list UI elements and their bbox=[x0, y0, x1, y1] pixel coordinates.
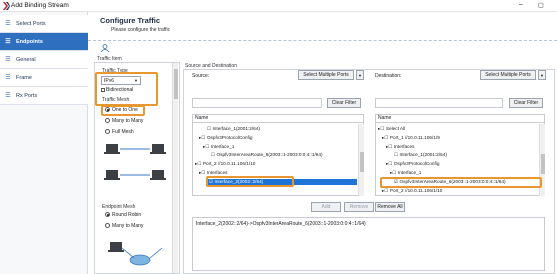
main-panel: Configure Traffic Please configure the t… bbox=[88, 12, 557, 274]
radio-icon bbox=[105, 129, 110, 134]
mesh-option-full-mesh[interactable]: Full Mesh bbox=[105, 129, 134, 135]
sidebar-item-label: Frame bbox=[16, 74, 32, 81]
sidebar-item-select-ports[interactable]: ☰ Select Ports bbox=[0, 15, 88, 33]
source-tree-item[interactable]: ☐ Ospfv3InterAreaRoute_6(2003::1-2003:0:… bbox=[211, 152, 323, 158]
sidebar-item-label: Endpoints bbox=[16, 38, 43, 45]
destination-clear-filter-button[interactable]: Clear Filter bbox=[509, 98, 543, 108]
app-logo-icon bbox=[3, 2, 10, 10]
endpoint-option-label: Round Robin bbox=[112, 212, 142, 218]
destination-tree-item[interactable]: ▸☐ Port_1 //10.0.11.106/1/9 bbox=[382, 135, 440, 141]
sidebar-item-label: Rx Ports bbox=[16, 92, 38, 99]
radio-icon bbox=[105, 118, 110, 123]
window-title: Add Binding Stream bbox=[11, 2, 69, 9]
title-bar: Add Binding Stream – ◻ bbox=[0, 0, 557, 12]
list-icon: ☰ bbox=[5, 93, 11, 99]
button-label: Add bbox=[321, 204, 331, 210]
mesh-option-label: Many to Many bbox=[112, 118, 144, 124]
sidebar-item-endpoints[interactable]: ☰ Endpoints bbox=[0, 33, 88, 51]
source-name-header: Name bbox=[193, 115, 363, 123]
minimize-button[interactable]: – bbox=[519, 1, 523, 8]
traffic-mesh-diagram-icon bbox=[104, 144, 166, 180]
page-header: Configure Traffic Please configure the t… bbox=[88, 12, 557, 41]
source-tree-item[interactable]: ▸☐ Interface_1 bbox=[203, 144, 234, 150]
destination-select-multiple-ports-button[interactable]: Select Multiple Ports bbox=[480, 70, 536, 80]
endpoint-option-label: Many to Many bbox=[112, 223, 144, 229]
source-select-multiple-ports-button[interactable]: Select Multiple Ports bbox=[298, 70, 354, 80]
add-button[interactable]: Add bbox=[311, 202, 341, 212]
traffic-group-icon bbox=[100, 44, 110, 52]
list-icon: ☰ bbox=[5, 75, 11, 81]
button-label: Clear Filter bbox=[331, 100, 357, 106]
source-tree-scrollbar[interactable] bbox=[358, 124, 364, 196]
maximize-button[interactable]: ◻ bbox=[538, 1, 544, 9]
endpoint-mesh-diagram-icon bbox=[108, 242, 163, 266]
source-label: Source: bbox=[192, 73, 210, 79]
sidebar: ☰ Select Ports ☰ Endpoints ☰ General ☰ F… bbox=[0, 12, 88, 274]
scrollbar-thumb[interactable] bbox=[174, 69, 178, 99]
destination-tree-item[interactable]: ▸☐ Interfaces bbox=[386, 144, 414, 150]
source-tree-item[interactable]: ▸☐ Ospfv3ProtocolConfig bbox=[199, 135, 252, 141]
checkbox-icon bbox=[101, 88, 105, 92]
bidirectional-checkbox[interactable]: Bidirectional bbox=[101, 87, 133, 93]
source-selection-highlight bbox=[206, 176, 294, 187]
destination-tree-item[interactable]: ▸☐ Interface_1 bbox=[390, 170, 421, 176]
scrollbar-thumb[interactable] bbox=[541, 154, 545, 174]
source-filter-input[interactable] bbox=[192, 98, 322, 108]
destination-tree-item[interactable]: ▸☐ Select All bbox=[378, 126, 405, 132]
button-label: Select Multiple Ports bbox=[303, 72, 349, 78]
source-tree-item[interactable]: ▸☐ Port_2 //10.0.11.106/1/10 bbox=[195, 161, 255, 167]
mesh-option-label: One to One bbox=[112, 107, 138, 113]
traffic-type-select[interactable]: IPv6 ▼ bbox=[101, 76, 141, 85]
endpoint-mesh-label: Endpoint Mesh bbox=[102, 204, 136, 210]
sidebar-item-label: Select Ports bbox=[16, 20, 46, 27]
destination-dropdown-chevron-icon[interactable]: ▼ bbox=[538, 70, 546, 80]
traffic-mesh-label: Traffic Mesh bbox=[102, 97, 130, 103]
list-icon: ☰ bbox=[5, 57, 11, 63]
scrollbar-thumb[interactable] bbox=[360, 152, 364, 172]
source-clear-filter-button[interactable]: Clear Filter bbox=[327, 98, 361, 108]
page-subtitle: Please configure the traffic bbox=[111, 27, 171, 33]
list-icon: ☰ bbox=[5, 21, 11, 27]
source-dropdown-chevron-icon[interactable]: ▼ bbox=[356, 70, 364, 80]
button-label: Select Multiple Ports bbox=[485, 72, 531, 78]
sidebar-item-general[interactable]: ☰ General bbox=[0, 51, 88, 69]
button-label: Clear Filter bbox=[513, 100, 539, 106]
endpoint-pair-item[interactable]: Interface_2(2002::2/64)->Ospfv3InterArea… bbox=[196, 221, 366, 227]
traffic-type-value: IPv6 bbox=[104, 77, 115, 84]
button-label: Remove bbox=[349, 204, 369, 210]
sidebar-item-label: General bbox=[16, 56, 36, 63]
bidirectional-label: Bidirectional bbox=[106, 87, 134, 93]
radio-selected-icon bbox=[105, 107, 110, 112]
sidebar-item-frame[interactable]: ☰ Frame bbox=[0, 69, 88, 87]
remove-all-button[interactable]: Remove All bbox=[375, 202, 405, 212]
sidebar-item-rx-ports[interactable]: ☰ Rx Ports bbox=[0, 87, 88, 105]
destination-name-header: Name bbox=[376, 115, 544, 123]
destination-filter-input[interactable] bbox=[375, 98, 503, 108]
endpoint-option-many-to-many[interactable]: Many to Many bbox=[105, 223, 143, 229]
radio-icon bbox=[105, 223, 110, 228]
page-title: Configure Traffic bbox=[100, 16, 161, 25]
radio-selected-icon bbox=[105, 212, 110, 217]
destination-tree-item[interactable]: ☐ Interface_1(2001:2/64) bbox=[394, 152, 447, 158]
destination-selection-highlight bbox=[380, 177, 542, 188]
destination-label: Destination: bbox=[375, 73, 402, 79]
remove-button[interactable]: Remove bbox=[344, 202, 374, 212]
endpoint-pairs-list[interactable]: Interface_2(2002::2/64)->Ospfv3InterArea… bbox=[192, 217, 545, 271]
source-tree-item[interactable]: ☐ Interface_1(2001:2/64) bbox=[207, 126, 260, 132]
button-label: Remove All bbox=[377, 204, 403, 210]
chevron-down-icon: ▼ bbox=[134, 78, 138, 83]
destination-tree-item[interactable]: ▸☐ Port_2 //10.0.11.106/1/10 bbox=[382, 188, 442, 194]
mesh-option-label: Full Mesh bbox=[112, 129, 134, 135]
list-icon: ☰ bbox=[5, 39, 11, 45]
mesh-option-one-to-one[interactable]: One to One bbox=[105, 107, 138, 113]
mesh-option-many-to-many[interactable]: Many to Many bbox=[105, 118, 143, 124]
traffic-item-scrollbar[interactable] bbox=[172, 63, 178, 273]
destination-tree-item[interactable]: ▸☐ Ospfv3ProtocolConfig bbox=[386, 161, 439, 167]
endpoint-option-round-robin[interactable]: Round Robin bbox=[105, 212, 141, 218]
